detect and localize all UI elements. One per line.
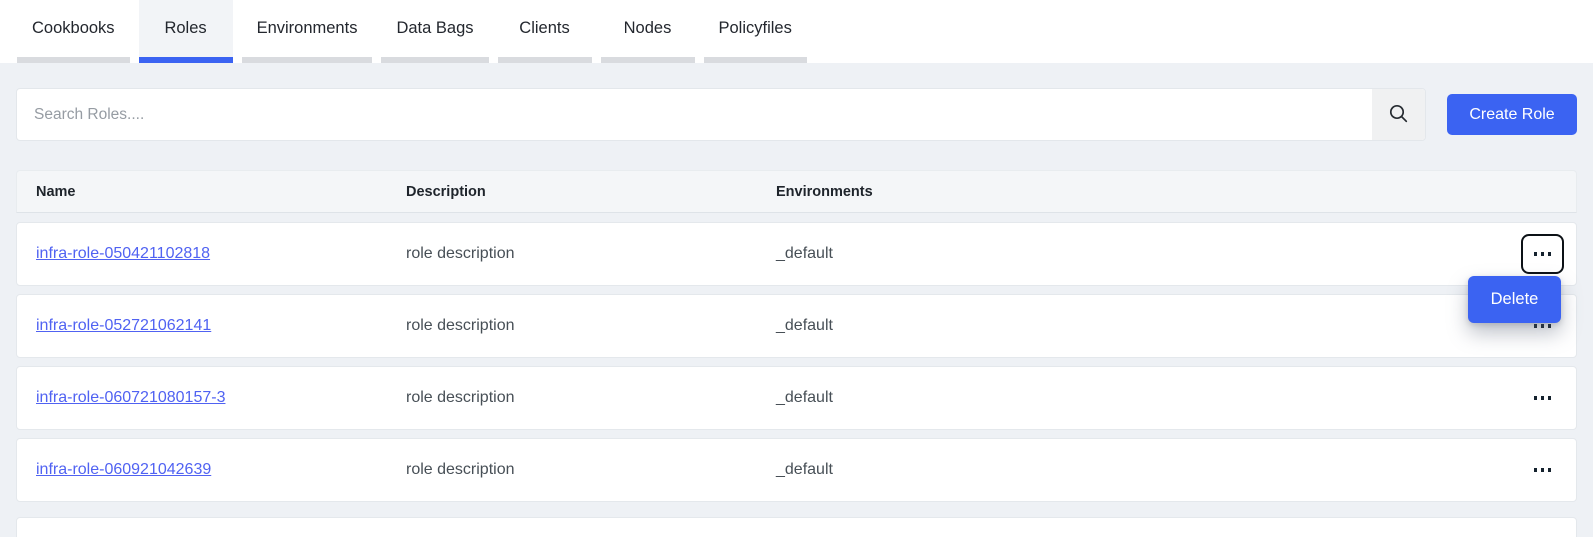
tab-underline	[242, 57, 373, 63]
create-role-button[interactable]: Create Role	[1447, 94, 1577, 135]
column-header-description: Description	[406, 184, 776, 200]
table-row: infra-role-060721080157-3 role descripti…	[16, 366, 1577, 430]
roles-panel: Create Role Name Description Environment…	[0, 63, 1593, 537]
tab-label: Data Bags	[396, 19, 473, 38]
tab-label: Policyfiles	[719, 19, 792, 38]
tab-label: Environments	[257, 19, 358, 38]
ellipsis-icon	[1534, 324, 1552, 328]
tab-underline-active	[139, 57, 233, 63]
role-description-cell: role description	[406, 245, 776, 263]
tab-environments[interactable]: Environments	[242, 0, 373, 63]
tab-label: Roles	[164, 19, 206, 38]
role-name-cell: infra-role-052721062141	[36, 317, 406, 335]
role-name-cell: infra-role-060921042639	[36, 461, 406, 479]
role-name-link[interactable]: infra-role-060721080157-3	[36, 389, 225, 406]
column-header-environments: Environments	[776, 184, 1521, 200]
tab-underline	[601, 57, 695, 63]
role-name-link[interactable]: infra-role-060921042639	[36, 461, 211, 478]
table-row-partial	[16, 517, 1577, 537]
role-name-cell: infra-role-050421102818	[36, 245, 406, 263]
tab-underline	[381, 57, 488, 63]
row-actions-menu-button[interactable]	[1521, 234, 1564, 274]
search-icon	[1388, 103, 1409, 127]
role-name-cell: infra-role-060721080157-3	[36, 389, 406, 407]
ellipsis-icon	[1534, 468, 1552, 472]
role-environments-cell: _default	[776, 245, 1521, 263]
table-row: infra-role-060921042639 role description…	[16, 438, 1577, 502]
search-toolbar: Create Role	[16, 88, 1577, 141]
tab-nodes[interactable]: Nodes	[601, 0, 695, 63]
tab-underline	[17, 57, 130, 63]
role-name-link[interactable]: infra-role-052721062141	[36, 317, 211, 334]
role-description-cell: role description	[406, 389, 776, 407]
search-input[interactable]	[17, 89, 1372, 140]
tab-cookbooks[interactable]: Cookbooks	[17, 0, 130, 63]
search-button[interactable]	[1372, 89, 1425, 140]
tab-underline	[704, 57, 807, 63]
tab-label: Nodes	[624, 19, 672, 38]
role-name-link[interactable]: infra-role-050421102818	[36, 245, 210, 262]
tab-data-bags[interactable]: Data Bags	[381, 0, 488, 63]
row-actions-menu-button[interactable]	[1521, 378, 1564, 418]
delete-menu-item[interactable]: Delete	[1468, 276, 1561, 323]
tab-underline	[498, 57, 592, 63]
role-description-cell: role description	[406, 461, 776, 479]
tab-label: Clients	[519, 19, 569, 38]
role-description-cell: role description	[406, 317, 776, 335]
infra-views-tab-bar: Cookbooks Roles Environments Data Bags C…	[0, 0, 1593, 63]
table-header: Name Description Environments	[16, 170, 1577, 213]
tab-label: Cookbooks	[32, 19, 115, 38]
table-row: infra-role-052721062141 role description…	[16, 294, 1577, 358]
search-input-group	[16, 88, 1426, 141]
tab-roles[interactable]: Roles	[139, 0, 233, 63]
tab-policyfiles[interactable]: Policyfiles	[704, 0, 807, 63]
role-environments-cell: _default	[776, 461, 1521, 479]
role-environments-cell: _default	[776, 389, 1521, 407]
ellipsis-icon	[1534, 396, 1552, 400]
row-actions-menu-button[interactable]	[1521, 450, 1564, 490]
table-row: infra-role-050421102818 role description…	[16, 222, 1577, 286]
column-header-name: Name	[36, 184, 406, 200]
ellipsis-icon	[1534, 252, 1552, 256]
tab-clients[interactable]: Clients	[498, 0, 592, 63]
role-environments-cell: _default	[776, 317, 1521, 335]
